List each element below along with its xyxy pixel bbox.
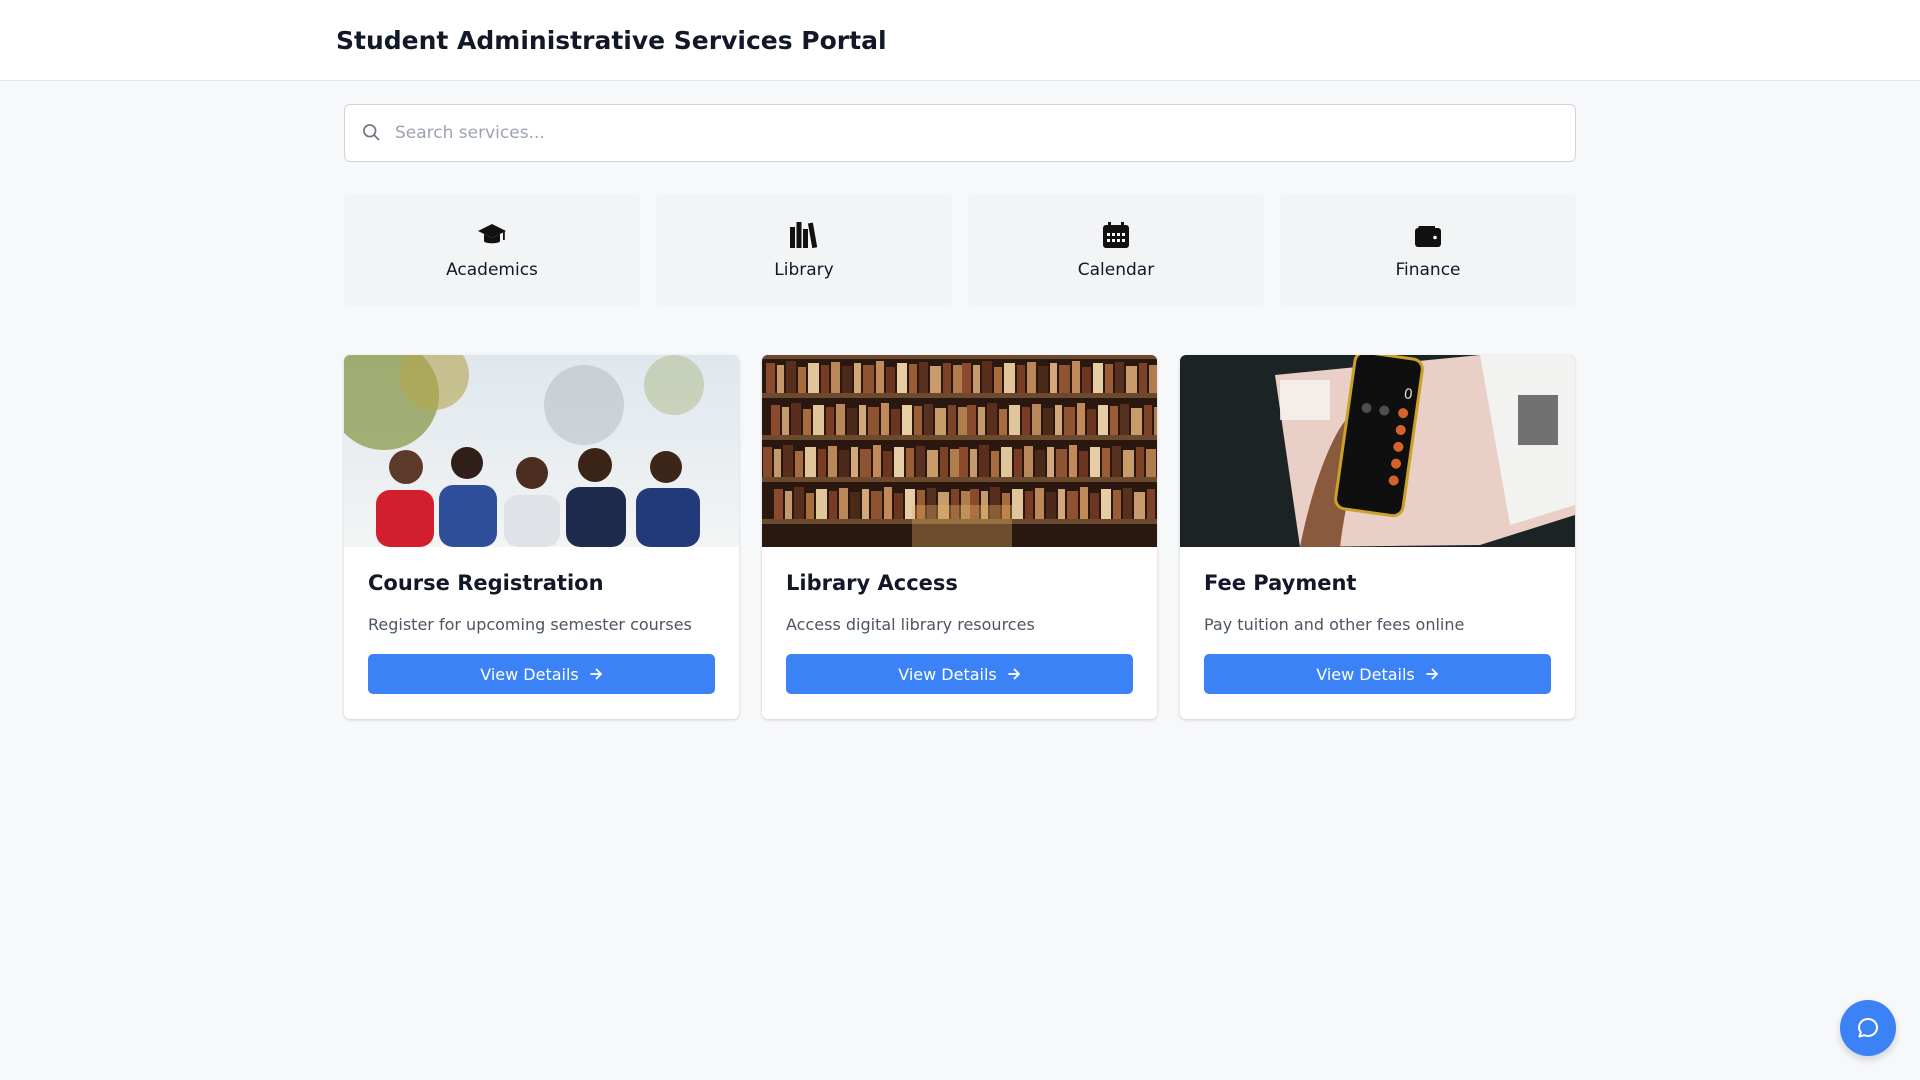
arrow-right-icon bbox=[1425, 667, 1439, 681]
chat-button[interactable] bbox=[1840, 1000, 1896, 1056]
search-bar[interactable] bbox=[344, 104, 1576, 162]
quick-link-academics[interactable]: Academics bbox=[344, 194, 640, 306]
students-image bbox=[344, 355, 739, 547]
service-card-library-access: Library Access Access digital library re… bbox=[762, 355, 1157, 719]
view-details-button[interactable]: View Details bbox=[1204, 654, 1551, 694]
card-title: Course Registration bbox=[368, 571, 604, 595]
arrow-right-icon bbox=[589, 667, 603, 681]
quick-link-label: Calendar bbox=[1077, 260, 1155, 280]
card-title: Library Access bbox=[786, 571, 958, 595]
quick-link-label: Library bbox=[774, 260, 834, 280]
calculator-phone-image: 0 bbox=[1180, 355, 1575, 547]
quick-link-finance[interactable]: Finance bbox=[1280, 194, 1576, 306]
search-input[interactable] bbox=[395, 105, 1575, 161]
quick-link-library[interactable]: Library bbox=[656, 194, 952, 306]
bookshelf-image bbox=[762, 355, 1157, 547]
books-icon bbox=[789, 220, 819, 250]
button-label: View Details bbox=[1316, 664, 1415, 684]
view-details-button[interactable]: View Details bbox=[368, 654, 715, 694]
calendar-icon bbox=[1101, 220, 1131, 250]
arrow-right-icon bbox=[1007, 667, 1021, 681]
wallet-icon bbox=[1413, 220, 1443, 250]
card-description: Pay tuition and other fees online bbox=[1204, 615, 1465, 634]
page-title: Student Administrative Services Portal bbox=[336, 25, 887, 55]
quick-links: Academics Library Calendar Finance bbox=[344, 194, 1576, 306]
search-icon bbox=[361, 122, 383, 144]
card-description: Register for upcoming semester courses bbox=[368, 615, 692, 634]
quick-link-label: Academics bbox=[446, 260, 538, 280]
service-card-fee-payment: 0 Fee Payment Pay tuition and other fees… bbox=[1180, 355, 1575, 719]
graduation-cap-icon bbox=[477, 220, 507, 250]
top-bar: Student Administrative Services Portal bbox=[0, 0, 1920, 81]
quick-link-label: Finance bbox=[1395, 260, 1461, 280]
view-details-button[interactable]: View Details bbox=[786, 654, 1133, 694]
quick-link-calendar[interactable]: Calendar bbox=[968, 194, 1264, 306]
button-label: View Details bbox=[480, 664, 579, 684]
chat-bubble-icon bbox=[1856, 1016, 1880, 1040]
service-cards: Course Registration Register for upcomin… bbox=[344, 355, 1576, 719]
card-title: Fee Payment bbox=[1204, 571, 1357, 595]
main-content: Academics Library Calendar Finance bbox=[344, 104, 1576, 719]
button-label: View Details bbox=[898, 664, 997, 684]
service-card-course-registration: Course Registration Register for upcomin… bbox=[344, 355, 739, 719]
card-description: Access digital library resources bbox=[786, 615, 1035, 634]
